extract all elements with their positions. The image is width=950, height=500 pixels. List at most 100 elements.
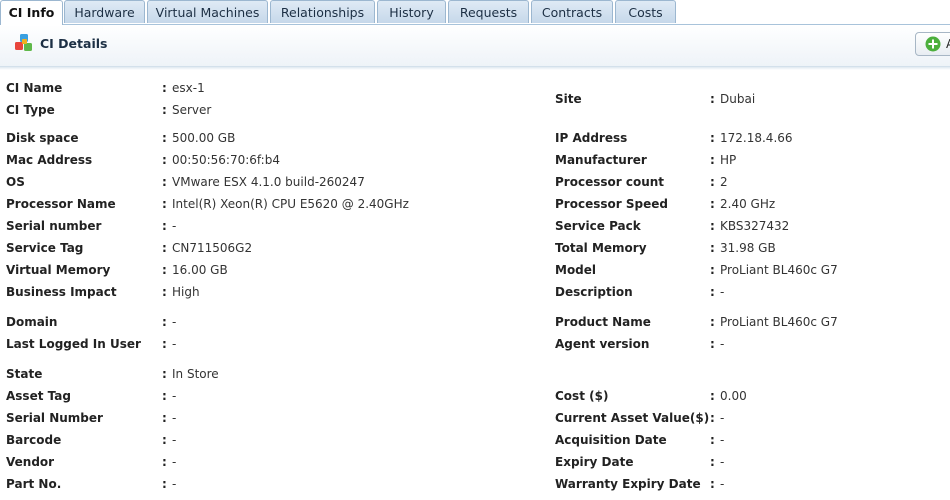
field-separator: : (162, 263, 167, 277)
field-label-processor-count: Processor count (555, 175, 665, 189)
field-separator: : (162, 175, 167, 189)
field-label-description: Description (555, 285, 633, 299)
field-label-business-impact: Business Impact (6, 285, 117, 299)
field-label-vendor: Vendor (6, 455, 55, 469)
header-shadow (0, 66, 950, 70)
field-value-processor-name: Intel(R) Xeon(R) CPU E5620 @ 2.40GHz (172, 197, 409, 211)
field-value-ip-address: 172.18.4.66 (720, 131, 793, 145)
field-separator: : (710, 455, 715, 469)
field-separator: : (710, 175, 715, 189)
field-separator: : (710, 389, 715, 403)
field-separator: : (162, 219, 167, 233)
field-separator: : (162, 197, 167, 211)
field-label-part-no: Part No. (6, 477, 62, 491)
tab-contracts[interactable]: Contracts (531, 0, 613, 23)
field-label-processor-name: Processor Name (6, 197, 116, 211)
field-label-virtual-memory: Virtual Memory (6, 263, 111, 277)
field-value-serial-number-asset: - (172, 411, 177, 425)
field-separator: : (162, 103, 167, 117)
field-separator: : (162, 241, 167, 255)
field-value-domain: - (172, 315, 177, 329)
field-label-last-logged-in-user: Last Logged In User (6, 337, 141, 351)
field-separator: : (710, 263, 715, 277)
tab-costs[interactable]: Costs (615, 0, 676, 23)
field-value-manufacturer: HP (720, 153, 737, 167)
field-separator: : (162, 389, 167, 403)
field-value-mac-address: 00:50:56:70:6f:b4 (172, 153, 280, 167)
field-value-cost: 0.00 (720, 389, 747, 403)
tab-ci-info[interactable]: CI Info (0, 0, 63, 25)
field-separator: : (710, 153, 715, 167)
field-separator: : (162, 433, 167, 447)
field-label-processor-speed: Processor Speed (555, 197, 668, 211)
field-separator: : (710, 219, 715, 233)
plus-icon (925, 36, 941, 52)
field-separator: : (710, 337, 715, 351)
tab-virtual-machines[interactable]: Virtual Machines (147, 0, 268, 23)
field-label-asset-tag: Asset Tag (6, 389, 71, 403)
field-label-ip-address: IP Address (555, 131, 628, 145)
field-label-agent-version: Agent version (555, 337, 650, 351)
field-value-current-asset-value: - (720, 411, 725, 425)
field-label-current-asset-value: Current Asset Value($) (555, 411, 710, 425)
field-value-expiry-date: - (720, 455, 725, 469)
field-label-manufacturer: Manufacturer (555, 153, 647, 167)
field-value-acquisition-date: - (720, 433, 725, 447)
field-value-model: ProLiant BL460c G7 (720, 263, 838, 277)
field-separator: : (710, 241, 715, 255)
field-value-description: - (720, 285, 725, 299)
field-value-disk-space: 500.00 GB (172, 131, 236, 145)
field-label-acquisition-date: Acquisition Date (555, 433, 667, 447)
field-separator: : (162, 315, 167, 329)
field-separator: : (162, 131, 167, 145)
field-separator: : (162, 367, 167, 381)
ci-details-header: CI Details A (0, 25, 950, 67)
field-separator: : (162, 81, 167, 95)
field-label-service-tag: Service Tag (6, 241, 84, 255)
field-separator: : (710, 477, 715, 491)
field-separator: : (710, 92, 715, 106)
field-value-processor-count: 2 (720, 175, 728, 189)
tab-hardware[interactable]: Hardware (64, 0, 145, 23)
field-value-asset-tag: - (172, 389, 177, 403)
field-label-state: State (6, 367, 43, 381)
field-label-warranty-expiry-date: Warranty Expiry Date (555, 477, 701, 491)
field-label-site: Site (555, 92, 582, 106)
field-value-vendor: - (172, 455, 177, 469)
field-label-domain: Domain (6, 315, 58, 329)
field-separator: : (162, 455, 167, 469)
field-label-serial-number-asset: Serial Number (6, 411, 103, 425)
field-separator: : (710, 131, 715, 145)
field-separator: : (710, 285, 715, 299)
field-value-business-impact: High (172, 285, 200, 299)
field-value-total-memory: 31.98 GB (720, 241, 776, 255)
tab-requests[interactable]: Requests (448, 0, 529, 23)
field-separator: : (710, 197, 715, 211)
field-value-site: Dubai (720, 92, 756, 106)
field-label-total-memory: Total Memory (555, 241, 647, 255)
field-label-ci-name: CI Name (6, 81, 63, 95)
field-value-ci-name: esx-1 (172, 81, 205, 95)
add-button[interactable]: A (915, 32, 950, 56)
tab-history[interactable]: History (377, 0, 446, 23)
field-separator: : (162, 411, 167, 425)
field-value-os: VMware ESX 4.1.0 build-260247 (172, 175, 365, 189)
field-label-cost: Cost ($) (555, 389, 609, 403)
field-value-service-tag: CN711506G2 (172, 241, 253, 255)
field-value-agent-version: - (720, 337, 725, 351)
field-label-barcode: Barcode (6, 433, 62, 447)
field-label-ci-type: CI Type (6, 103, 55, 117)
field-separator: : (162, 337, 167, 351)
field-label-disk-space: Disk space (6, 131, 79, 145)
tab-bar: CI Info Hardware Virtual Machines Relati… (0, 0, 950, 25)
field-separator: : (162, 477, 167, 491)
field-value-warranty-expiry-date: - (720, 477, 725, 491)
field-label-mac-address: Mac Address (6, 153, 93, 167)
field-separator: : (162, 285, 167, 299)
field-label-product-name: Product Name (555, 315, 651, 329)
tab-relationships[interactable]: Relationships (270, 0, 375, 23)
field-value-part-no: - (172, 477, 177, 491)
page-title: CI Details (40, 36, 108, 51)
ci-cubes-icon (15, 34, 32, 51)
field-value-ci-type: Server (172, 103, 212, 117)
